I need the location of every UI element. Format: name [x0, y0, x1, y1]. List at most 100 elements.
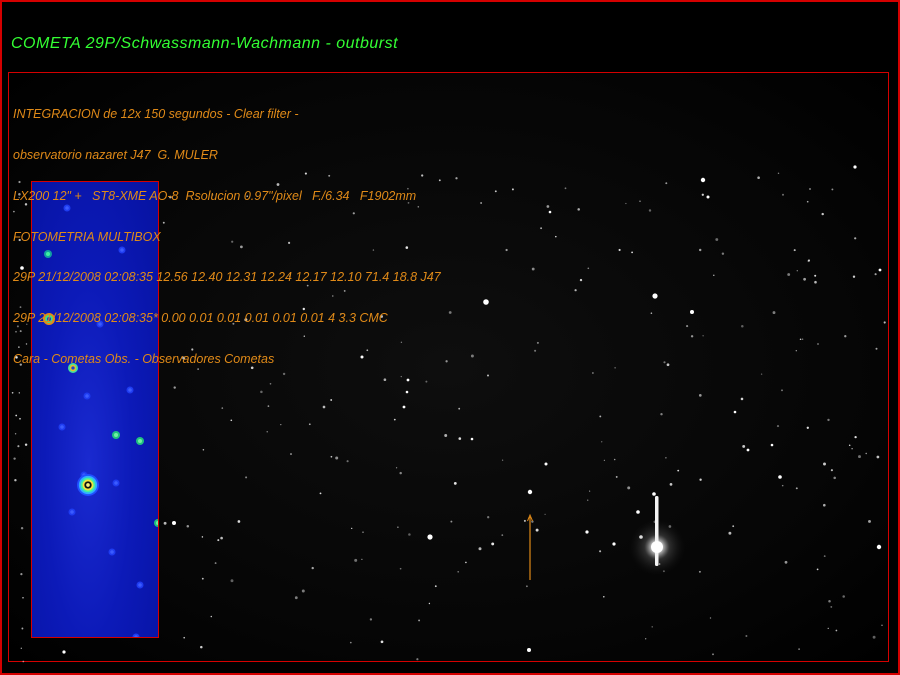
star — [448, 311, 452, 314]
star-spot — [114, 433, 118, 437]
star — [713, 274, 715, 277]
star — [380, 640, 384, 644]
star — [534, 349, 537, 352]
star — [186, 525, 190, 528]
star — [544, 513, 546, 516]
star — [865, 452, 867, 455]
star-spot — [114, 481, 118, 485]
star-spot — [60, 425, 64, 429]
star — [803, 277, 806, 281]
star — [627, 486, 631, 490]
star-spot — [85, 394, 89, 398]
star — [698, 570, 701, 573]
star — [354, 558, 358, 562]
star-spot — [138, 583, 142, 587]
star — [487, 516, 490, 519]
star — [587, 267, 590, 270]
star — [650, 312, 653, 314]
star-spot — [138, 439, 142, 443]
star — [868, 519, 871, 523]
star — [631, 251, 633, 254]
star — [408, 533, 411, 536]
star — [787, 273, 791, 276]
star — [823, 503, 826, 507]
star — [795, 487, 798, 490]
star — [427, 534, 433, 540]
star — [21, 627, 24, 630]
star — [540, 227, 543, 230]
star — [416, 658, 419, 661]
star — [816, 568, 819, 571]
star — [823, 462, 826, 466]
star — [821, 212, 824, 216]
star — [795, 350, 797, 352]
star — [677, 469, 680, 472]
star — [445, 360, 448, 363]
star — [201, 536, 204, 538]
star — [817, 343, 819, 345]
star — [501, 534, 504, 536]
star — [399, 471, 402, 475]
star — [881, 624, 883, 626]
star — [645, 638, 647, 640]
star — [399, 567, 402, 570]
star — [796, 270, 798, 272]
star — [663, 361, 666, 364]
star — [458, 407, 461, 410]
star — [536, 341, 539, 344]
star — [770, 443, 774, 447]
star — [20, 526, 24, 530]
star — [335, 456, 339, 460]
star — [230, 419, 233, 422]
star — [823, 555, 826, 557]
star — [757, 176, 760, 179]
star — [872, 635, 876, 639]
star — [701, 193, 704, 196]
star — [842, 595, 845, 598]
observation-info: INTEGRACION de 12x 150 segundos - Clear … — [13, 81, 441, 394]
star — [237, 520, 241, 523]
star — [809, 188, 811, 190]
star — [458, 437, 462, 440]
star — [546, 205, 550, 208]
star — [709, 617, 712, 619]
star — [876, 455, 880, 459]
star — [854, 435, 857, 439]
star — [301, 589, 305, 593]
star — [418, 619, 421, 622]
astro-image-frame: COMETA 29P/Schwassmann-Wachmann - outbur… — [0, 0, 900, 675]
star — [690, 310, 694, 314]
star — [22, 660, 25, 663]
star — [814, 274, 817, 277]
star — [362, 531, 364, 533]
star — [319, 492, 322, 495]
star — [874, 273, 877, 276]
star — [614, 367, 616, 369]
star — [478, 547, 482, 551]
star — [548, 210, 552, 214]
star — [665, 182, 668, 185]
star — [564, 187, 567, 190]
star — [746, 448, 750, 452]
star — [465, 561, 467, 564]
star — [245, 476, 248, 479]
star — [483, 299, 489, 305]
star — [853, 165, 857, 169]
star — [19, 417, 21, 420]
star — [266, 431, 268, 433]
star — [648, 209, 652, 212]
star — [470, 354, 474, 358]
star — [690, 335, 694, 338]
star — [740, 397, 744, 401]
star — [453, 482, 457, 485]
star — [776, 425, 780, 428]
star — [686, 325, 689, 328]
star — [599, 550, 602, 553]
star — [457, 570, 460, 573]
star — [20, 647, 22, 649]
star — [851, 447, 853, 450]
star — [20, 573, 23, 576]
star — [544, 462, 548, 466]
star — [798, 648, 800, 650]
star — [827, 627, 829, 630]
